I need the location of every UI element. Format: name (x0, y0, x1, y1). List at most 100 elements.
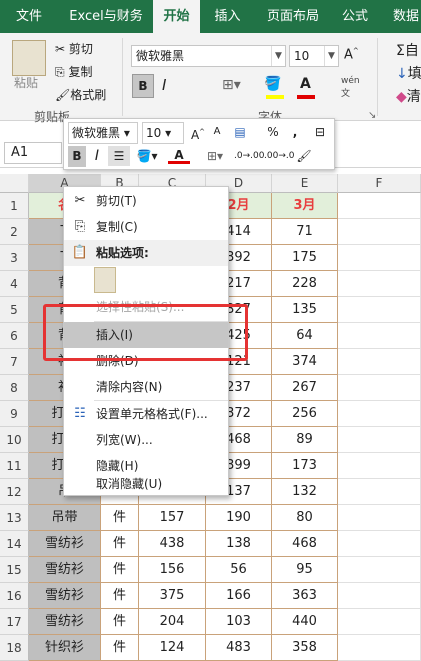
cell-b[interactable]: 件 (101, 609, 139, 635)
cell-b[interactable]: 件 (101, 635, 139, 661)
mini-italic-button[interactable]: I (90, 146, 104, 166)
copy-button[interactable]: ⎘ 复制 (55, 63, 92, 80)
paste-option-icon[interactable] (94, 267, 116, 293)
cell-c[interactable]: 375 (139, 583, 206, 609)
cell-f[interactable] (338, 297, 421, 323)
column-header-e[interactable]: E (272, 174, 338, 193)
mini-size-combo[interactable]: 10 ▾ (142, 122, 184, 144)
menu-item-unhide[interactable]: 取消隐藏(U) (64, 471, 228, 497)
tab-formulas[interactable]: 公式 (334, 0, 376, 33)
row-header[interactable]: 15 (0, 557, 29, 583)
cell-a[interactable]: 雪纺衫 (29, 583, 101, 609)
cell-e[interactable]: 256 (272, 401, 338, 427)
cell-d[interactable]: 166 (206, 583, 272, 609)
phonetic-icon[interactable]: wén 文 (341, 76, 360, 99)
paste-icon[interactable] (12, 40, 46, 76)
cell-e[interactable]: 468 (272, 531, 338, 557)
row-header[interactable]: 5 (0, 297, 29, 323)
menu-item-format-cells[interactable]: ☷ 设置单元格格式(F)... (64, 401, 228, 427)
row-header[interactable]: 3 (0, 245, 29, 271)
row-header[interactable]: 14 (0, 531, 29, 557)
cell-b[interactable]: 件 (101, 557, 139, 583)
tab-data[interactable]: 数据 (386, 0, 421, 33)
clear-button[interactable]: ◆清 (396, 86, 421, 106)
cell-e[interactable]: 132 (272, 479, 338, 505)
row-header[interactable]: 1 (0, 193, 29, 219)
cell-e[interactable]: 64 (272, 323, 338, 349)
italic-icon[interactable]: I (162, 76, 166, 94)
cell-a[interactable]: 雪纺衫 (29, 609, 101, 635)
cell-a[interactable]: 吊带 (29, 505, 101, 531)
cell-a[interactable]: 雪纺衫 (29, 531, 101, 557)
cell-e[interactable]: 363 (272, 583, 338, 609)
font-size-combo[interactable]: 10 ▼ (289, 45, 339, 67)
row-header[interactable]: 6 (0, 323, 29, 349)
cell-b[interactable]: 件 (101, 505, 139, 531)
menu-item-column-width[interactable]: 列宽(W)... (64, 427, 228, 453)
mini-align-icon[interactable]: ☰ (108, 146, 130, 166)
cell-b[interactable]: 件 (101, 531, 139, 557)
mini-increase-decimal-icon[interactable]: .0→.00 (234, 146, 264, 166)
mini-fill-color-icon[interactable]: 🪣▾ (136, 146, 158, 166)
cell-f[interactable] (338, 531, 421, 557)
cell-a[interactable]: 针织衫 (29, 635, 101, 661)
mini-bold-button[interactable]: B (68, 146, 86, 167)
cell-e[interactable]: 95 (272, 557, 338, 583)
cell-c[interactable]: 157 (139, 505, 206, 531)
cell-f[interactable] (338, 323, 421, 349)
menu-item-copy[interactable]: ⎘ 复制(C) (64, 214, 228, 240)
row-header[interactable]: 18 (0, 635, 29, 661)
cell-f[interactable] (338, 583, 421, 609)
cell-e[interactable]: 89 (272, 427, 338, 453)
tab-file[interactable]: 文件 (0, 0, 58, 33)
cell-f[interactable] (338, 245, 421, 271)
cell-f[interactable] (338, 271, 421, 297)
row-header[interactable]: 9 (0, 401, 29, 427)
mini-comma-button[interactable]: , (288, 122, 302, 142)
tab-insert[interactable]: 插入 (205, 0, 250, 33)
cell-d[interactable]: 190 (206, 505, 272, 531)
increase-font-icon[interactable]: A^ (344, 47, 359, 62)
mini-increase-font-icon[interactable]: A^ (190, 122, 206, 145)
cell-f[interactable] (338, 557, 421, 583)
tab-page-layout[interactable]: 页面布局 (260, 0, 326, 33)
select-all-corner[interactable] (0, 174, 29, 193)
tab-home[interactable]: 开始 (153, 0, 200, 33)
cell-e[interactable]: 228 (272, 271, 338, 297)
column-header-f[interactable]: F (338, 174, 421, 193)
menu-item-clear-contents[interactable]: 清除内容(N) (64, 374, 228, 400)
paste-button[interactable]: 粘贴 (14, 74, 38, 91)
cell-c[interactable]: 204 (139, 609, 206, 635)
cell-e[interactable]: 135 (272, 297, 338, 323)
cell-a[interactable]: 雪纺衫 (29, 557, 101, 583)
mini-percent-button[interactable]: % (264, 122, 282, 142)
row-header[interactable]: 16 (0, 583, 29, 609)
cell-f[interactable] (338, 609, 421, 635)
cell-e[interactable]: 173 (272, 453, 338, 479)
row-header[interactable]: 13 (0, 505, 29, 531)
tab-excel-finance[interactable]: Excel与财务 (62, 0, 150, 33)
row-header[interactable]: 8 (0, 375, 29, 401)
cell-e[interactable]: 440 (272, 609, 338, 635)
mini-decrease-font-icon[interactable]: A (210, 122, 224, 142)
cell-d[interactable]: 103 (206, 609, 272, 635)
cell-f[interactable] (338, 427, 421, 453)
dialog-launcher-icon[interactable]: ↘ (368, 110, 376, 121)
fill-color-icon[interactable]: 🪣 (264, 76, 281, 92)
format-painter-button[interactable]: 🖌格式刷 (55, 86, 106, 103)
row-header[interactable]: 7 (0, 349, 29, 375)
cell-f[interactable] (338, 193, 421, 219)
cut-button[interactable]: ✂ 剪切 (55, 40, 93, 57)
row-header[interactable]: 12 (0, 479, 29, 505)
autosum-button[interactable]: Σ自 (396, 40, 419, 60)
mini-font-color-icon[interactable]: A (168, 146, 190, 164)
name-box[interactable]: A1 (4, 142, 62, 164)
mini-format-painter-icon[interactable]: 🖌 (294, 146, 314, 166)
cell-f[interactable] (338, 349, 421, 375)
cell-c[interactable]: 438 (139, 531, 206, 557)
cell-b[interactable]: 件 (101, 583, 139, 609)
row-header[interactable]: 4 (0, 271, 29, 297)
cell-e[interactable]: 3月 (272, 193, 338, 219)
row-header[interactable]: 10 (0, 427, 29, 453)
cell-f[interactable] (338, 505, 421, 531)
